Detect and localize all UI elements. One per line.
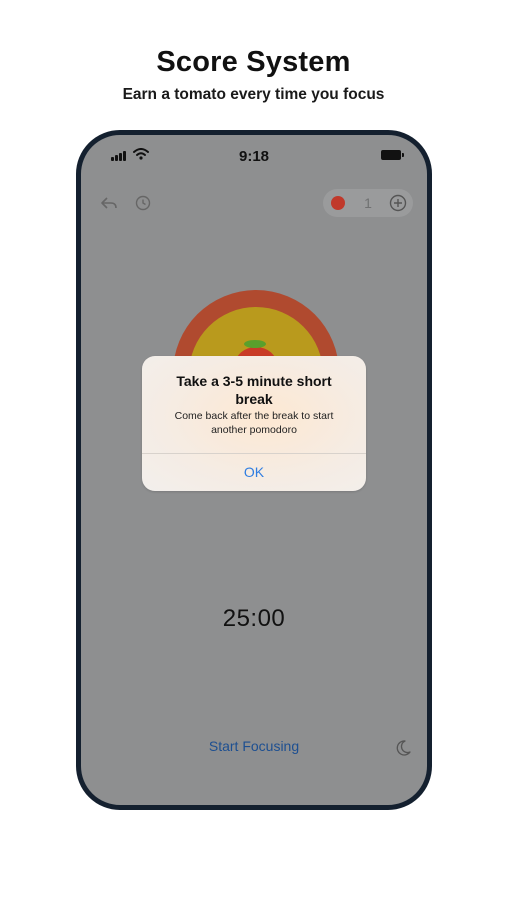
promo-title: Score System xyxy=(156,46,351,78)
tomato-leaf-icon xyxy=(244,340,266,348)
promo-subtitle: Earn a tomato every time you focus xyxy=(122,86,385,103)
battery-icon xyxy=(381,150,404,160)
ok-button[interactable]: OK xyxy=(142,454,366,491)
status-bar: 9:18 xyxy=(81,135,427,175)
tomato-counter: 1 xyxy=(323,189,413,217)
timer-display: 25:00 xyxy=(222,605,286,632)
reply-icon[interactable] xyxy=(99,193,119,213)
alert-message: Come back after the break to start anoth… xyxy=(174,410,334,436)
break-alert-dialog: Take a 3-5 minute short break Come back … xyxy=(142,356,366,491)
tomato-count: 1 xyxy=(364,195,372,211)
status-time: 9:18 xyxy=(238,148,270,165)
add-circle-icon[interactable] xyxy=(389,194,407,212)
moon-icon[interactable] xyxy=(393,738,413,758)
tomato-icon xyxy=(331,196,345,210)
start-focusing-button[interactable]: Start Focusing xyxy=(81,738,427,754)
clock-icon[interactable] xyxy=(133,193,153,213)
alert-title: Take a 3-5 minute short break xyxy=(176,373,332,407)
